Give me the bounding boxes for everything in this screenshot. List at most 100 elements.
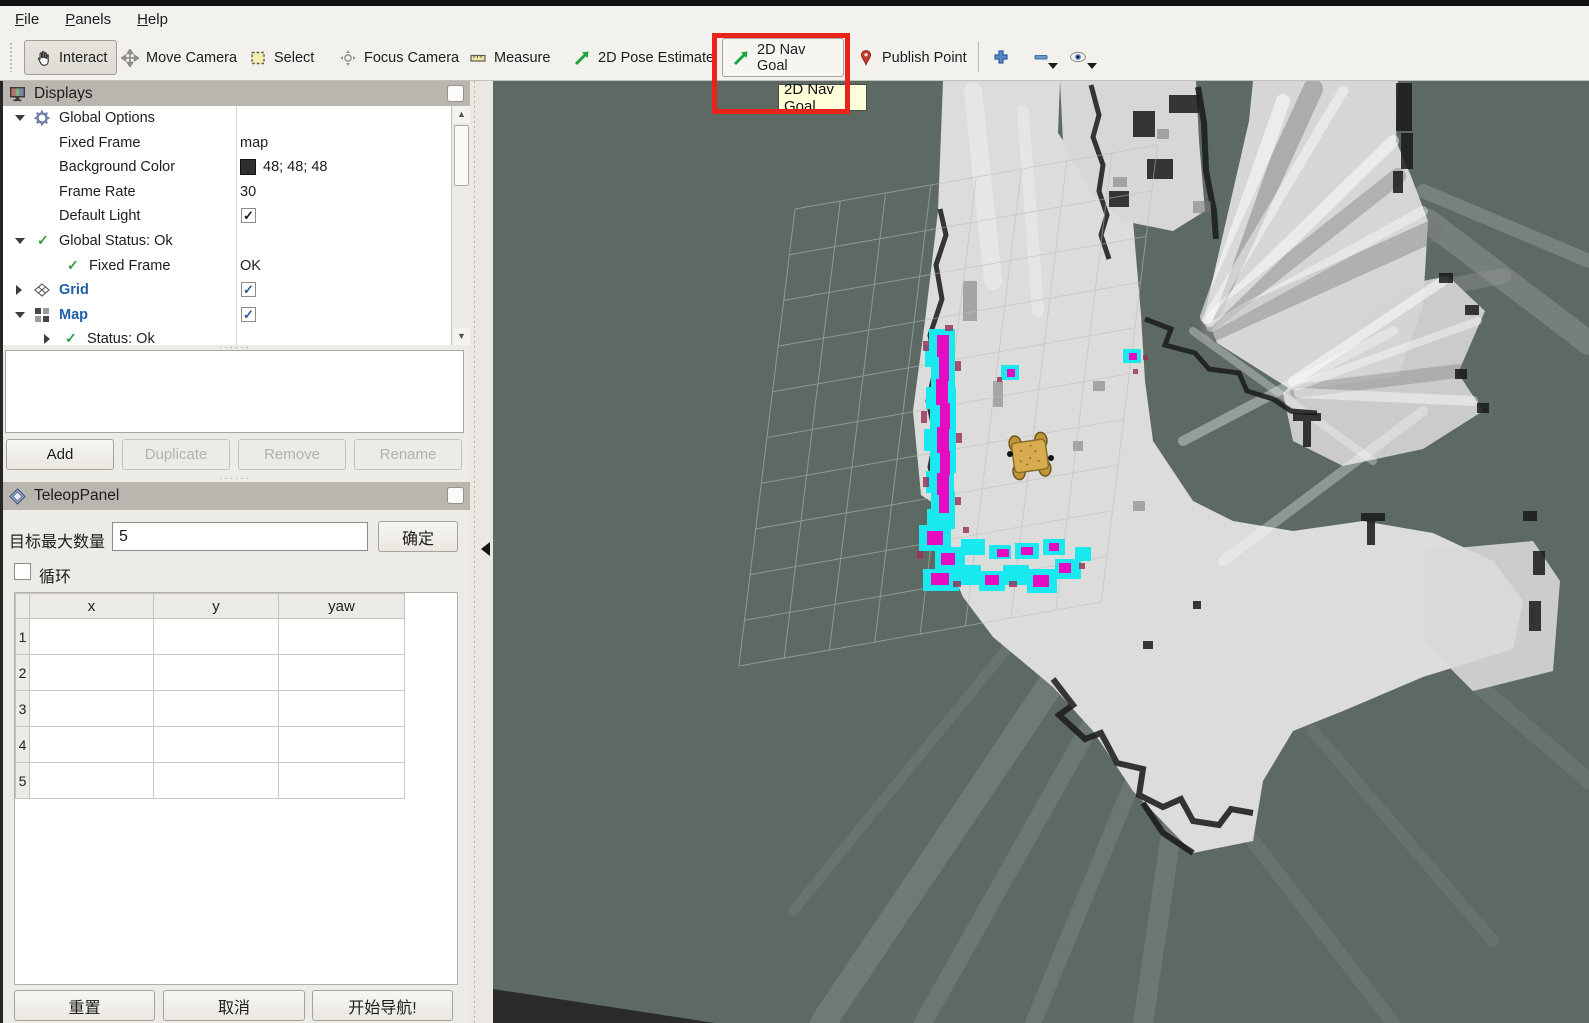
displays-panel-header[interactable]: Displays [3,81,470,106]
table-cell[interactable] [154,619,279,655]
table-cell[interactable] [279,763,405,799]
tree-value[interactable]: map [240,135,268,151]
teleop-panel-header[interactable]: TeleopPanel [3,482,470,510]
row-header[interactable]: 1 [16,619,30,655]
grid-display-icon [34,282,50,298]
table-cell[interactable] [30,727,154,763]
displays-tree: Global Options Fixed Frame map Backgroun… [3,106,470,345]
hand-icon [34,49,52,67]
menu-file[interactable]: File [15,11,39,28]
move-camera-tool-button[interactable]: Move Camera [112,40,246,75]
scrollbar-thumb[interactable] [454,125,469,186]
menu-panels[interactable]: Panels [65,11,111,28]
status-ok-check-icon: ✓ [65,330,77,345]
tree-label: Status: Ok [87,331,155,345]
select-tool-button[interactable]: Select [240,40,323,75]
table-row: 2 [16,655,405,691]
add-button-label: Add [47,446,74,463]
remove-button-label: Remove [264,446,320,463]
expand-icon[interactable] [44,334,50,344]
menu-help[interactable]: Help [137,11,168,28]
table-cell[interactable] [279,727,405,763]
column-header-y[interactable]: y [154,594,279,619]
publish-point-tool-button[interactable]: Publish Point [848,40,976,75]
collapse-icon[interactable] [15,238,25,244]
table-cell[interactable] [154,655,279,691]
render-viewport-3d[interactable] [493,81,1589,1023]
collapse-icon[interactable] [15,115,25,121]
table-cell[interactable] [154,691,279,727]
checkbox-checked[interactable]: ✓ [241,282,256,297]
row-header[interactable]: 4 [16,727,30,763]
loop-checkbox[interactable] [14,563,31,580]
tree-row-grid[interactable]: Grid ✓ [3,278,470,303]
add-button[interactable]: Add [6,439,114,470]
goal-count-input[interactable]: 5 [112,522,368,551]
row-header[interactable]: 3 [16,691,30,727]
map-display-icon [34,307,50,323]
waypoint-grid: x y yaw 1 2 3 4 5 [15,593,405,799]
color-swatch[interactable] [240,159,256,175]
column-header-yaw[interactable]: yaw [279,594,405,619]
tree-row-status-fixed-frame[interactable]: ✓ Fixed Frame OK [3,254,470,279]
table-cell[interactable] [30,619,154,655]
tree-row-global-status[interactable]: ✓ Global Status: Ok [3,229,470,254]
teleop-float-checkbox[interactable] [447,487,464,504]
toolbar-drag-handle[interactable] [9,42,14,72]
view-dropdown-icon[interactable] [1087,63,1097,69]
panel-splitter[interactable] [470,81,493,1023]
tree-label: Global Options [59,110,155,126]
duplicate-button[interactable]: Duplicate [122,439,230,470]
table-cell[interactable] [154,727,279,763]
rename-button-label: Rename [380,446,437,463]
remove-button[interactable]: Remove [238,439,346,470]
row-header[interactable]: 2 [16,655,30,691]
collapse-icon[interactable] [15,312,25,318]
table-cell[interactable] [279,619,405,655]
zoom-in-button[interactable] [983,40,1019,74]
confirm-button[interactable]: 确定 [378,521,458,552]
status-ok-check-icon: ✓ [37,232,49,249]
checkbox-checked[interactable]: ✓ [241,307,256,322]
table-cell[interactable] [279,691,405,727]
tree-value[interactable]: 30 [240,184,256,200]
tree-value[interactable]: 48; 48; 48 [263,159,328,175]
displays-float-checkbox[interactable] [447,85,464,102]
column-header-x[interactable]: x [30,594,154,619]
expand-icon[interactable] [16,285,22,295]
scroll-down-icon[interactable]: ▼ [453,328,470,345]
table-cell[interactable] [30,691,154,727]
focus-camera-tool-button[interactable]: Focus Camera [330,40,468,75]
table-cell[interactable] [154,763,279,799]
rename-button[interactable]: Rename [354,439,462,470]
tree-row-map[interactable]: Map ✓ [3,303,470,328]
table-corner[interactable] [16,594,30,619]
interact-tool-button[interactable]: Interact [24,40,117,75]
tree-label: Map [59,307,88,323]
scroll-up-icon[interactable]: ▲ [453,106,470,123]
row-header[interactable]: 5 [16,763,30,799]
collapse-panel-arrow-icon[interactable] [481,542,490,556]
splitter-dotted-line [474,81,475,1023]
cancel-button[interactable]: 取消 [163,990,305,1021]
measure-tool-button[interactable]: Measure [460,40,559,75]
table-cell[interactable] [30,763,154,799]
teleop-panel-title: TeleopPanel [34,487,119,505]
tree-label: Fixed Frame [89,258,170,274]
table-cell[interactable] [279,655,405,691]
reset-button[interactable]: 重置 [14,990,155,1021]
zoom-out-dropdown-icon[interactable] [1048,63,1058,69]
tree-scrollbar[interactable]: ▲ ▼ [451,106,470,345]
table-cell[interactable] [30,655,154,691]
tree-row-frame-rate[interactable]: Frame Rate 30 [3,180,470,205]
tree-row-background-color[interactable]: Background Color 48; 48; 48 [3,155,470,180]
tree-row-default-light[interactable]: Default Light ✓ [3,204,470,229]
duplicate-button-label: Duplicate [145,446,208,463]
pose-estimate-tool-button[interactable]: 2D Pose Estimate [564,40,723,75]
checkbox-checked[interactable]: ✓ [241,208,256,223]
teleop-panel-icon [9,488,26,505]
status-ok-check-icon: ✓ [67,257,79,274]
start-navigation-button[interactable]: 开始导航! [312,990,453,1021]
tree-row-fixed-frame[interactable]: Fixed Frame map [3,131,470,156]
tree-row-global-options[interactable]: Global Options [3,106,470,131]
